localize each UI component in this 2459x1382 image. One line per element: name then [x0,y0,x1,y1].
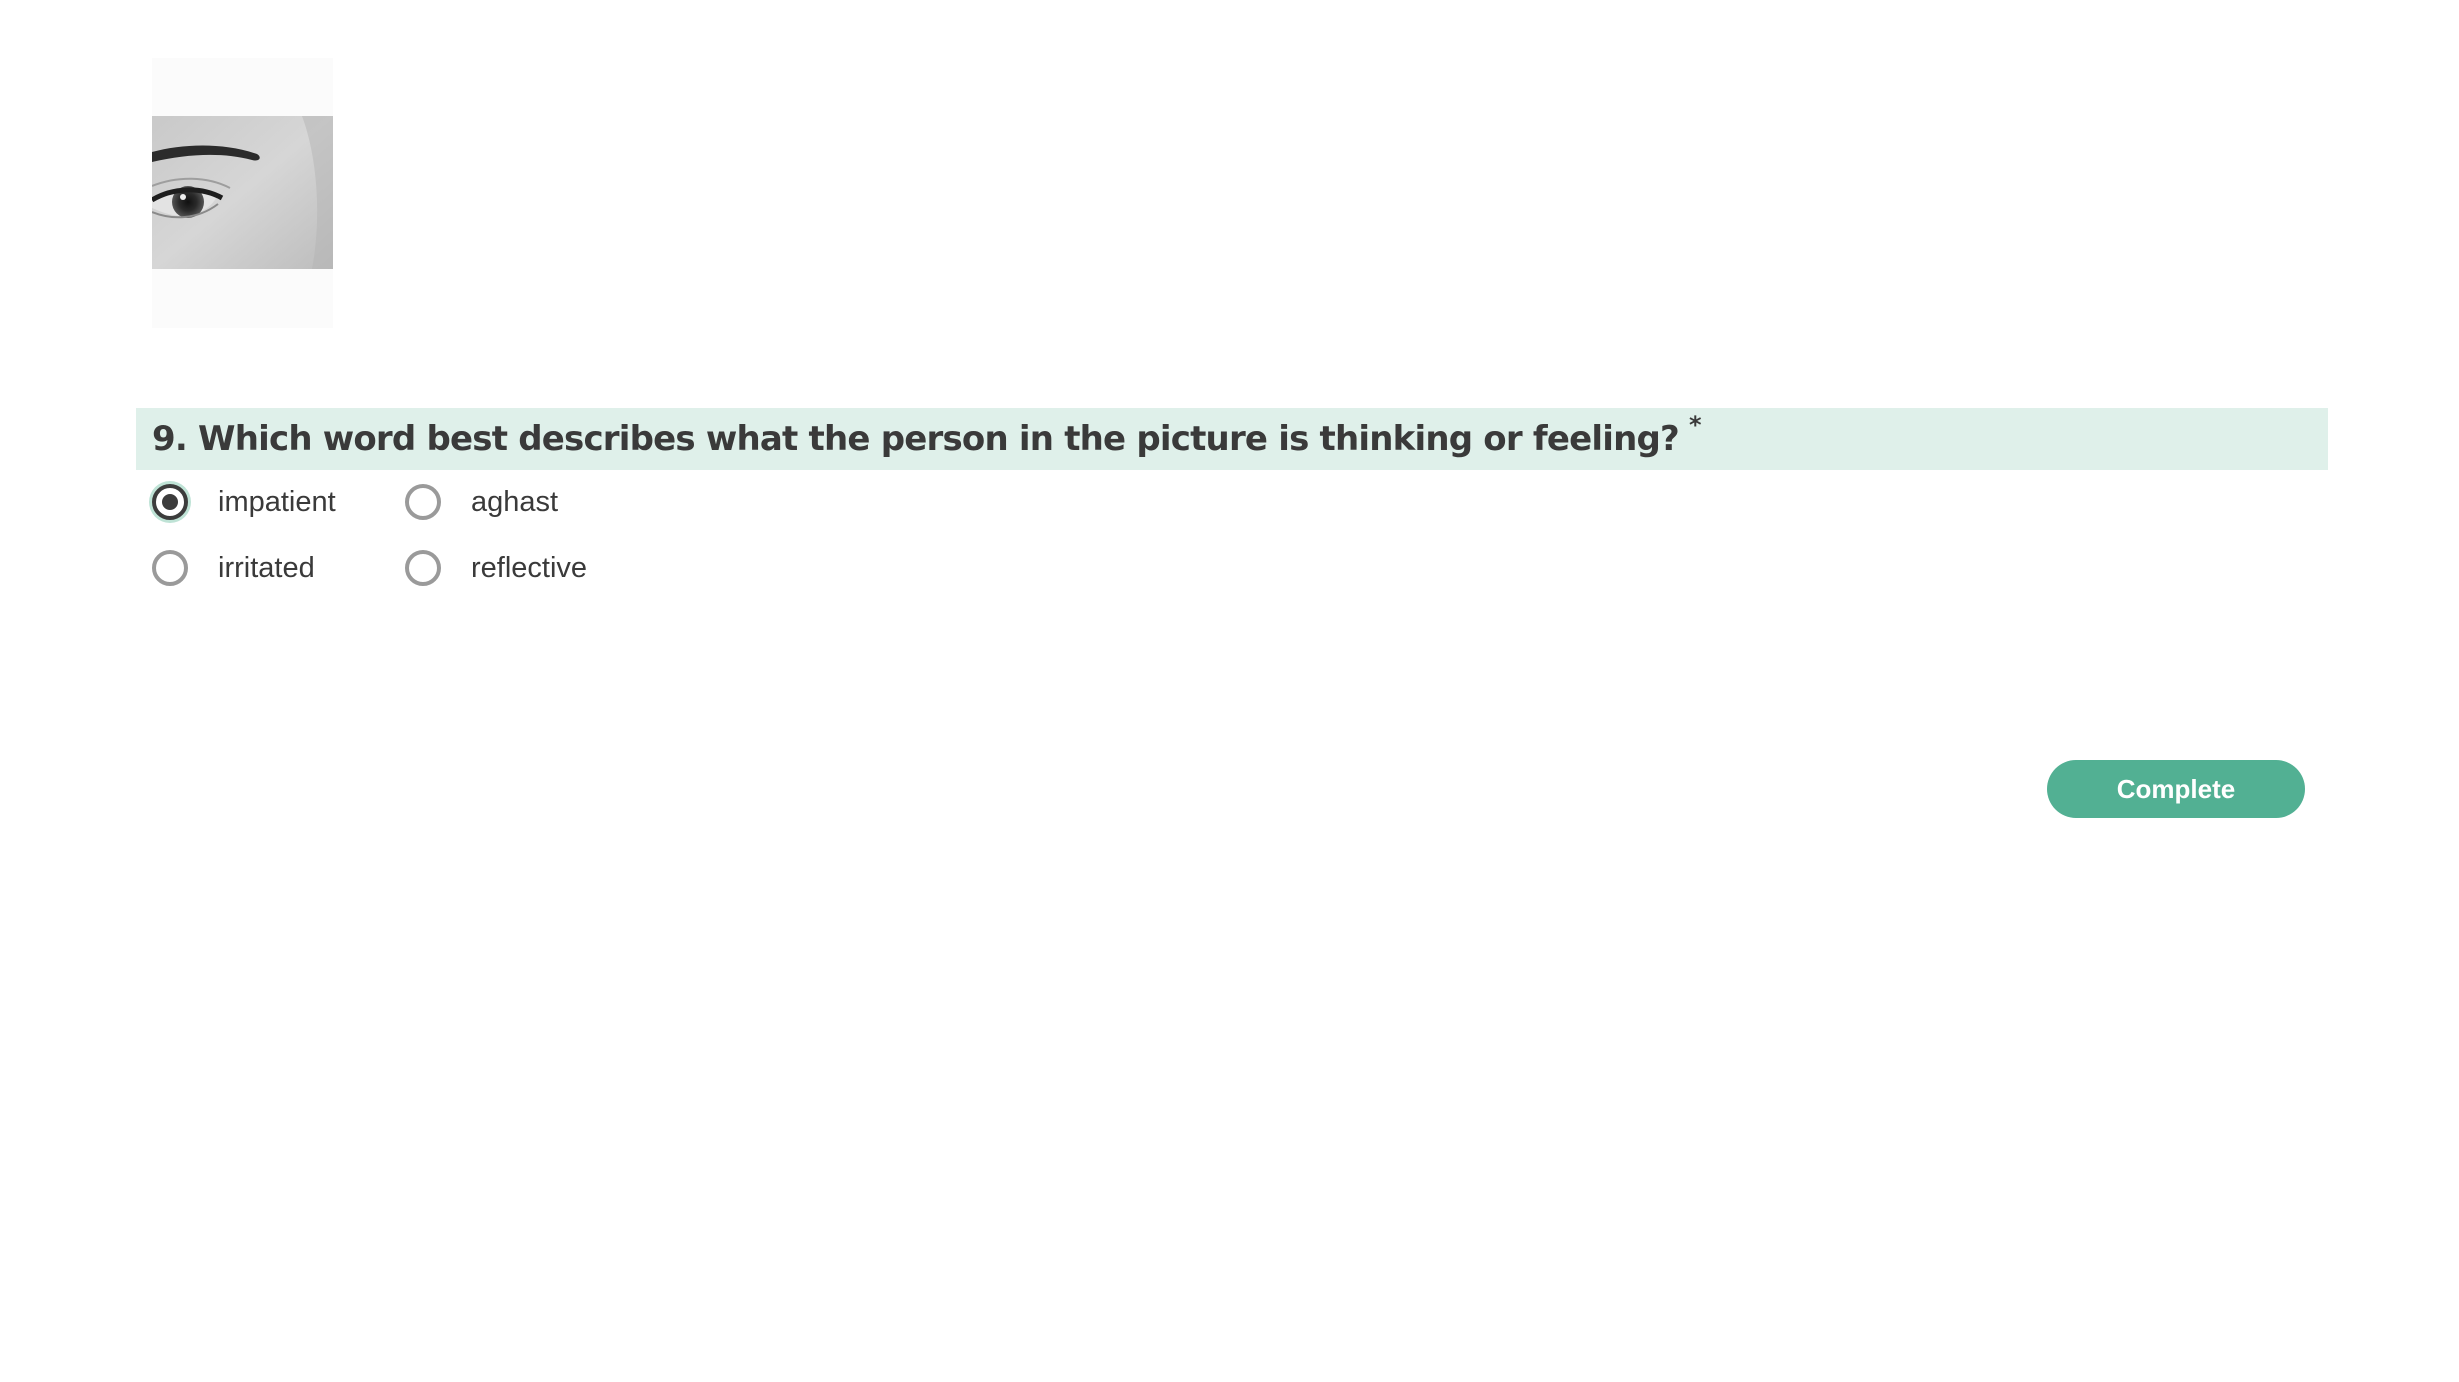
question-header: 9. Which word best describes what the pe… [136,408,2328,470]
radio-unselected-icon[interactable] [152,550,188,586]
survey-page: 9. Which word best describes what the pe… [0,0,2459,1382]
option-reflective[interactable]: reflective [405,550,587,586]
complete-button[interactable]: Complete [2047,760,2305,818]
question-image-frame [152,58,333,328]
radio-unselected-icon[interactable] [405,550,441,586]
radio-selected-icon[interactable] [152,484,188,520]
option-impatient[interactable]: impatient [152,484,336,520]
option-label: irritated [218,551,315,584]
option-label: aghast [471,485,559,518]
question-title: 9. Which word best describes what the pe… [152,419,1680,459]
option-irritated[interactable]: irritated [152,550,315,586]
option-aghast[interactable]: aghast [405,484,558,520]
eye-photo [152,116,333,269]
option-label: reflective [471,551,588,584]
option-label: impatient [218,485,336,518]
radio-unselected-icon[interactable] [405,484,441,520]
required-marker: * [1688,411,1702,439]
